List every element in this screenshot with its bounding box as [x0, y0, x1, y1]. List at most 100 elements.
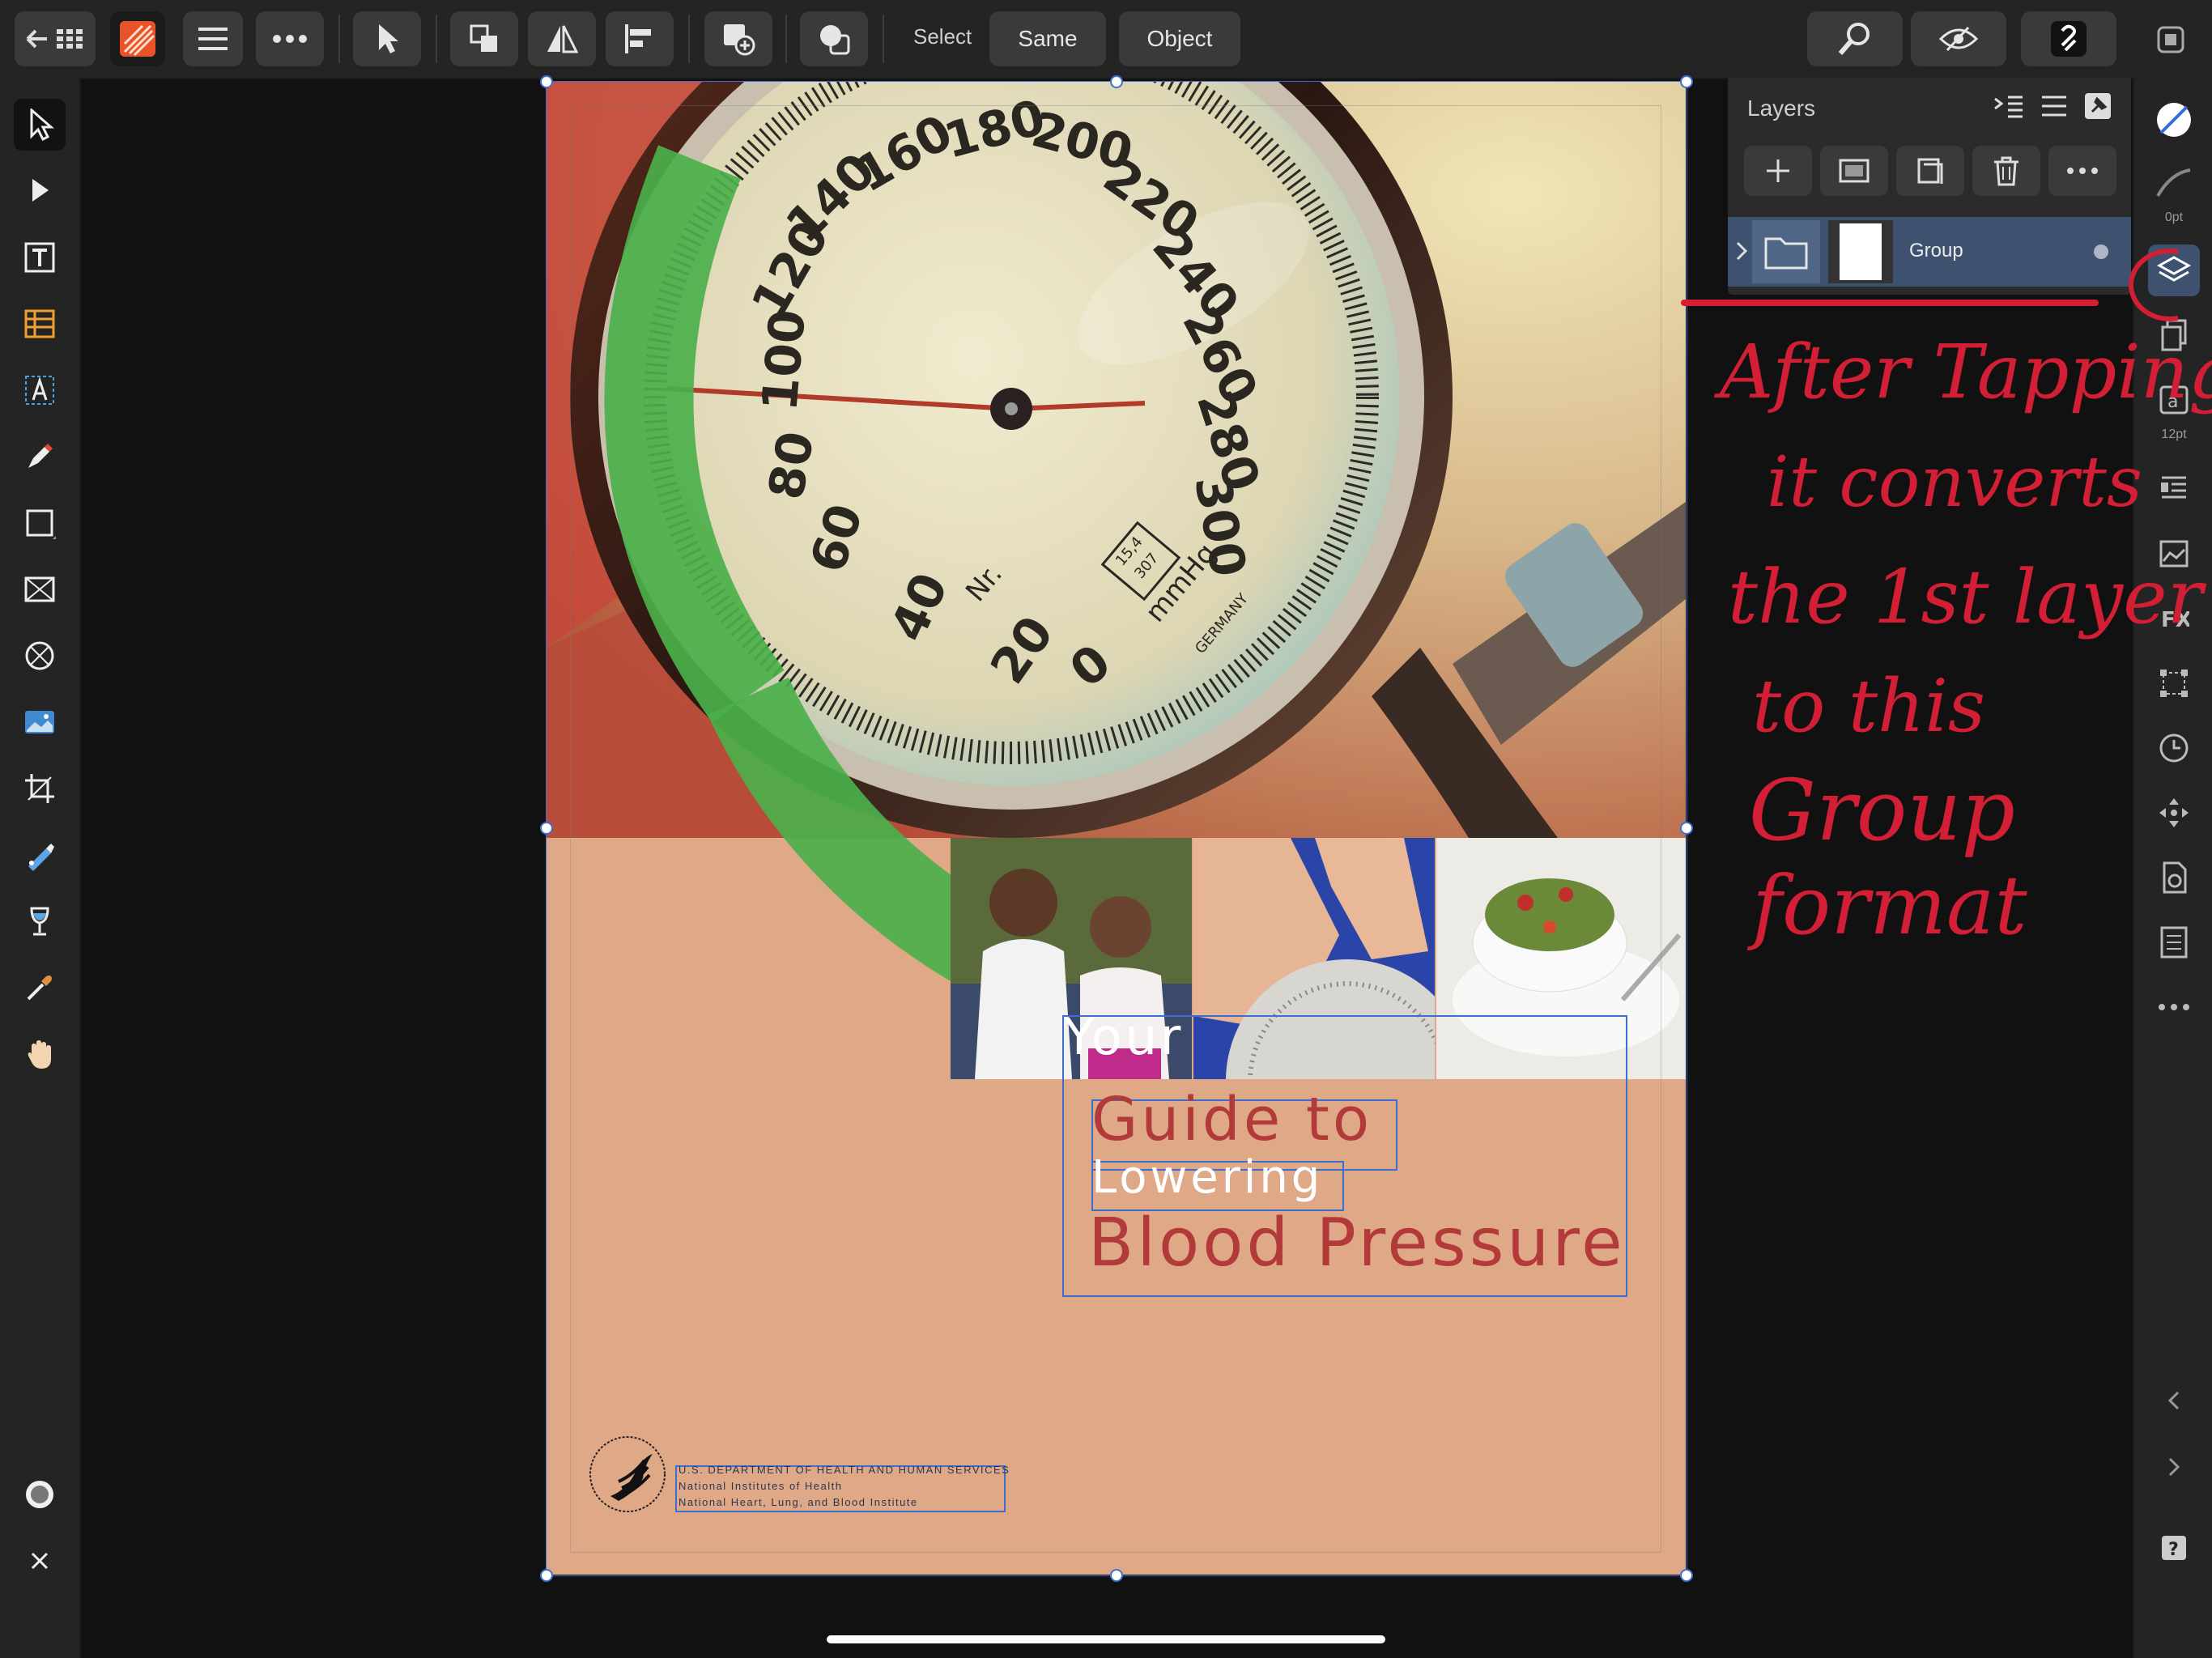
mask-layer-icon: [1839, 159, 1870, 183]
more-studios-button[interactable]: [2148, 981, 2200, 1033]
home-indicator[interactable]: [827, 1635, 1385, 1643]
history-clock-icon: [2159, 733, 2189, 763]
window-mode-button[interactable]: [2155, 24, 2186, 59]
frame-text-tool[interactable]: [14, 232, 66, 283]
duplicate-icon: [1917, 158, 1943, 184]
color-swatch-button[interactable]: [14, 1469, 66, 1520]
back-to-documents-button[interactable]: [15, 11, 96, 66]
boolean-button[interactable]: [800, 11, 868, 66]
rectangle-icon: [26, 509, 56, 539]
layers-panel-title: Layers: [1747, 96, 1816, 121]
plus-icon: [1767, 159, 1789, 182]
insert-plus-icon: [724, 24, 755, 56]
more-options-button[interactable]: [256, 11, 324, 66]
navigator-studio-button[interactable]: [2148, 787, 2200, 839]
back-grid-icon: [26, 29, 83, 49]
selection-handle[interactable]: [540, 1569, 553, 1582]
tools-panel: [0, 78, 81, 1658]
color-picker-tool[interactable]: [14, 962, 66, 1014]
shapes-overlap-icon: [820, 25, 850, 55]
rectangle-tool[interactable]: [14, 497, 66, 549]
document-setup-button[interactable]: [2148, 852, 2200, 903]
place-image-tool[interactable]: [14, 696, 66, 748]
duplicate-layer-button[interactable]: [1896, 146, 1964, 196]
ellipsis-icon: [273, 35, 307, 43]
svg-text:?: ?: [2168, 1540, 2179, 1560]
publisher-persona-icon: [120, 21, 155, 57]
selection-handle[interactable]: [1110, 75, 1123, 88]
add-layer-button[interactable]: [1744, 146, 1812, 196]
selection-handle[interactable]: [1110, 1569, 1123, 1582]
magnifier-icon: [1838, 23, 1870, 55]
no-fill-swatch-icon: [2157, 103, 2191, 137]
hamburger-icon: [198, 28, 228, 50]
arrange-button[interactable]: [450, 11, 518, 66]
selection-handle[interactable]: [540, 822, 553, 835]
select-label: Select: [913, 24, 972, 49]
fill-tool[interactable]: [14, 829, 66, 881]
toolbar-divider: [883, 15, 884, 63]
select-object-button[interactable]: Object: [1119, 11, 1240, 66]
delete-layer-button[interactable]: [1972, 146, 2040, 196]
text-styles-button[interactable]: [2148, 916, 2200, 968]
view-tool[interactable]: [14, 1028, 66, 1080]
layers-options-button[interactable]: [1993, 94, 2024, 124]
crop-tool[interactable]: [14, 763, 66, 814]
transform-studio-button[interactable]: [2148, 657, 2200, 709]
node-arrow-icon: [32, 179, 49, 202]
pin-icon: [2085, 93, 2111, 119]
collapse-right-button[interactable]: [2148, 1441, 2200, 1493]
transparency-tool[interactable]: [14, 895, 66, 947]
insert-button[interactable]: [704, 11, 772, 66]
selection-handle[interactable]: [1680, 75, 1693, 88]
gradient-fill-icon: [28, 844, 54, 871]
table-tool[interactable]: [14, 298, 66, 350]
toolbar-divider: [338, 15, 340, 63]
selection-handle[interactable]: [540, 75, 553, 88]
window-icon: [2157, 26, 2184, 53]
ellipsis-icon: [2067, 168, 2098, 174]
persona-icon-button[interactable]: [110, 11, 165, 66]
paragraph-icon: [2161, 476, 2186, 499]
crop-icon: [25, 774, 54, 803]
select-tool-button[interactable]: [353, 11, 421, 66]
color-circle-icon: [26, 1481, 53, 1508]
cursor-arrow-icon: [379, 24, 398, 53]
trash-icon: [1994, 156, 2018, 186]
node-tool[interactable]: [14, 165, 66, 217]
text-size-label: 12pt: [2161, 427, 2187, 441]
artistic-text-tool[interactable]: [14, 364, 66, 416]
collapse-left-button[interactable]: [2148, 1375, 2200, 1426]
annotation-markup-lines: [1681, 249, 2178, 321]
flip-button[interactable]: [528, 11, 596, 66]
add-mask-layer-button[interactable]: [1820, 146, 1888, 196]
select-same-button[interactable]: Same: [989, 11, 1106, 66]
table-icon: [24, 309, 55, 338]
top-toolbar: Select Same Object: [0, 0, 2212, 79]
align-button[interactable]: [606, 11, 674, 66]
history-studio-button[interactable]: [2148, 722, 2200, 774]
picture-frame-icon: [24, 576, 55, 602]
snapping-button[interactable]: [2021, 11, 2116, 66]
view-zoom-button[interactable]: [1807, 11, 1903, 66]
fill-swatch-button[interactable]: [2148, 94, 2200, 146]
picture-frame-rectangle-tool[interactable]: [14, 563, 66, 615]
close-context-button[interactable]: [14, 1535, 66, 1587]
layer-more-button[interactable]: [2048, 146, 2116, 196]
pen-tool[interactable]: [14, 431, 66, 483]
help-button[interactable]: ?: [2148, 1522, 2200, 1574]
annotation-line-5: Group: [1749, 761, 2015, 860]
menu-button[interactable]: [183, 11, 243, 66]
move-arrows-icon: [2159, 798, 2189, 827]
move-tool[interactable]: [14, 99, 66, 151]
preview-mode-button[interactable]: [1911, 11, 2006, 66]
paragraph-studio-button[interactable]: [2148, 463, 2200, 515]
stroke-swatch-button[interactable]: [2148, 157, 2200, 209]
selection-handle[interactable]: [1680, 822, 1693, 835]
ellipse-frame-tool[interactable]: [14, 630, 66, 682]
layers-menu-button[interactable]: [2040, 94, 2068, 122]
list-menu-icon: [2042, 96, 2066, 117]
pin-panel-button[interactable]: [2084, 92, 2112, 124]
selection-handle[interactable]: [1680, 1569, 1693, 1582]
eye-icon: [1939, 26, 1978, 52]
